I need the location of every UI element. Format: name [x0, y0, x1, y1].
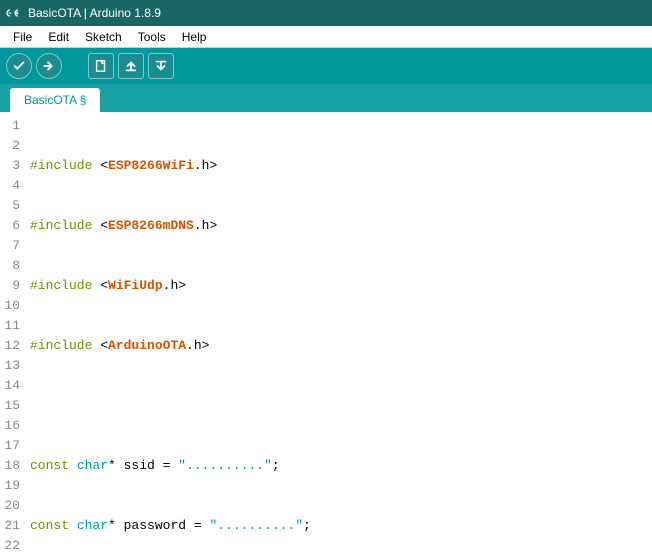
menu-help[interactable]: Help: [175, 28, 214, 46]
code-editor[interactable]: 12345678910111213141516171819202122 #inc…: [0, 112, 652, 555]
menu-edit[interactable]: Edit: [41, 28, 76, 46]
titlebar: BasicOTA | Arduino 1.8.9: [0, 0, 652, 26]
arduino-logo-icon: [6, 5, 22, 21]
verify-button[interactable]: [6, 53, 32, 79]
upload-button[interactable]: [36, 53, 62, 79]
menubar: File Edit Sketch Tools Help: [0, 26, 652, 48]
tab-basicota[interactable]: BasicOTA §: [10, 88, 100, 112]
open-button[interactable]: [118, 53, 144, 79]
menu-file[interactable]: File: [6, 28, 39, 46]
window-title: BasicOTA | Arduino 1.8.9: [28, 6, 161, 20]
toolbar: [0, 48, 652, 84]
new-button[interactable]: [88, 53, 114, 79]
menu-tools[interactable]: Tools: [131, 28, 173, 46]
tab-strip: BasicOTA §: [0, 84, 652, 112]
menu-sketch[interactable]: Sketch: [78, 28, 129, 46]
save-button[interactable]: [148, 53, 174, 79]
line-gutter: 12345678910111213141516171819202122: [0, 112, 26, 555]
code-area[interactable]: #include <ESP8266WiFi.h> #include <ESP82…: [26, 112, 459, 555]
